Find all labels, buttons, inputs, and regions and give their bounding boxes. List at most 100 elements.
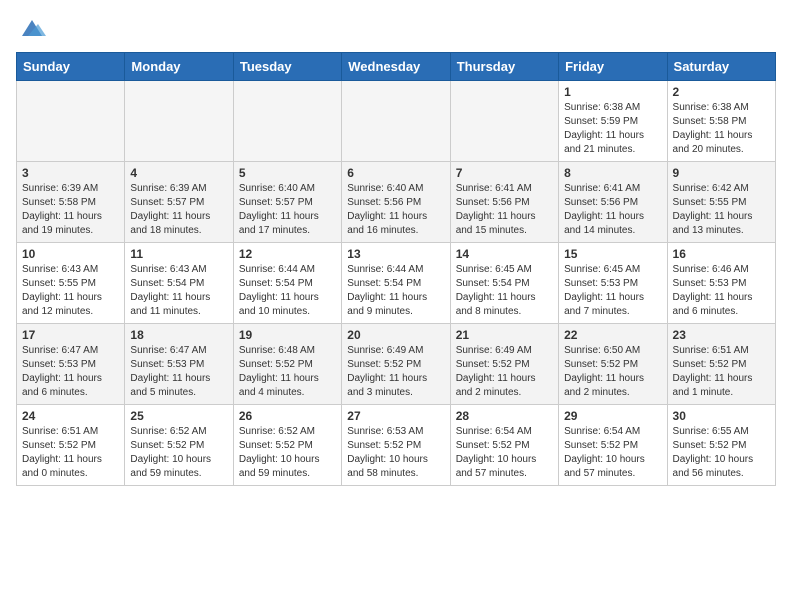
day-number: 1: [564, 85, 661, 99]
day-info: Sunrise: 6:39 AM Sunset: 5:57 PM Dayligh…: [130, 182, 227, 238]
calendar-cell: 17Sunrise: 6:47 AM Sunset: 5:53 PM Dayli…: [17, 324, 125, 405]
weekday-sunday: Sunday: [17, 53, 125, 81]
logo: [16, 16, 46, 44]
day-number: 20: [347, 328, 444, 342]
day-number: 11: [130, 247, 227, 261]
day-number: 26: [239, 409, 336, 423]
calendar-cell: 2 Sunrise: 6:38 AM Sunset: 5:58 PM Daylig…: [667, 81, 775, 162]
day-info: Sunrise: 6:49 AM Sunset: 5:52 PM Dayligh…: [347, 344, 444, 400]
calendar-cell: [450, 81, 558, 162]
day-number: 3: [22, 166, 119, 180]
day-info: Sunrise: 6:54 AM Sunset: 5:52 PM Dayligh…: [456, 425, 553, 481]
calendar-cell: 13Sunrise: 6:44 AM Sunset: 5:54 PM Dayli…: [342, 243, 450, 324]
weekday-tuesday: Tuesday: [233, 53, 341, 81]
calendar-cell: 25Sunrise: 6:52 AM Sunset: 5:52 PM Dayli…: [125, 405, 233, 486]
day-info: Sunrise: 6:52 AM Sunset: 5:52 PM Dayligh…: [239, 425, 336, 481]
day-info: Sunrise: 6:49 AM Sunset: 5:52 PM Dayligh…: [456, 344, 553, 400]
calendar-cell: 18 Sunrise: 6:47 AM Sunset: 5:53 PM Dayli…: [125, 324, 233, 405]
calendar-cell: 27 Sunrise: 6:53 AM Sunset: 5:52 PM Dayli…: [342, 405, 450, 486]
day-number: 8: [564, 166, 661, 180]
day-info: Sunrise: 6:44 AM Sunset: 5:54 PM Dayligh…: [239, 263, 336, 319]
day-number: 6: [347, 166, 444, 180]
calendar-cell: [17, 81, 125, 162]
day-info: Sunrise: 6:38 AM Sunset: 5:58 PM Dayligh…: [673, 101, 770, 157]
calendar-cell: 29 Sunrise: 6:54 AM Sunset: 5:52 PM Dayli…: [559, 405, 667, 486]
day-info: Sunrise: 6:46 AM Sunset: 5:53 PM Dayligh…: [673, 263, 770, 319]
weekday-monday: Monday: [125, 53, 233, 81]
weekday-saturday: Saturday: [667, 53, 775, 81]
calendar-cell: 10 Sunrise: 6:43 AM Sunset: 5:55 PM Dayli…: [17, 243, 125, 324]
day-number: 10: [22, 247, 119, 261]
day-number: 29: [564, 409, 661, 423]
day-number: 15: [564, 247, 661, 261]
calendar-cell: 1 Sunrise: 6:38 AM Sunset: 5:59 PM Daylig…: [559, 81, 667, 162]
calendar-cell: 3 Sunrise: 6:39 AM Sunset: 5:58 PM Daylig…: [17, 162, 125, 243]
day-number: 23: [673, 328, 770, 342]
day-info: Sunrise: 6:51 AM Sunset: 5:52 PM Dayligh…: [22, 425, 119, 481]
day-info: Sunrise: 6:53 AM Sunset: 5:52 PM Dayligh…: [347, 425, 444, 481]
weekday-header-row: SundayMondayTuesdayWednesdayThursdayFrid…: [17, 53, 776, 81]
calendar-cell: 20 Sunrise: 6:49 AM Sunset: 5:52 PM Dayli…: [342, 324, 450, 405]
day-info: Sunrise: 6:45 AM Sunset: 5:53 PM Dayligh…: [564, 263, 661, 319]
day-info: Sunrise: 6:41 AM Sunset: 5:56 PM Dayligh…: [564, 182, 661, 238]
day-info: Sunrise: 6:55 AM Sunset: 5:52 PM Dayligh…: [673, 425, 770, 481]
day-number: 17: [22, 328, 119, 342]
day-number: 12: [239, 247, 336, 261]
calendar-cell: 6 Sunrise: 6:40 AM Sunset: 5:56 PM Daylig…: [342, 162, 450, 243]
calendar-cell: 22 Sunrise: 6:50 AM Sunset: 5:52 PM Dayli…: [559, 324, 667, 405]
day-info: Sunrise: 6:45 AM Sunset: 5:54 PM Dayligh…: [456, 263, 553, 319]
day-info: Sunrise: 6:44 AM Sunset: 5:54 PM Dayligh…: [347, 263, 444, 319]
day-number: 27: [347, 409, 444, 423]
calendar-cell: 8 Sunrise: 6:41 AM Sunset: 5:56 PM Daylig…: [559, 162, 667, 243]
calendar-cell: 11Sunrise: 6:43 AM Sunset: 5:54 PM Dayli…: [125, 243, 233, 324]
calendar-cell: 24Sunrise: 6:51 AM Sunset: 5:52 PM Dayli…: [17, 405, 125, 486]
calendar-cell: 19 Sunrise: 6:48 AM Sunset: 5:52 PM Dayli…: [233, 324, 341, 405]
calendar-cell: 28 Sunrise: 6:54 AM Sunset: 5:52 PM Dayli…: [450, 405, 558, 486]
day-number: 4: [130, 166, 227, 180]
day-number: 9: [673, 166, 770, 180]
calendar-week-4: 17 Sunrise: 6:47 AM Sunset: 5:53 PM Dayli…: [17, 324, 776, 405]
day-number: 7: [456, 166, 553, 180]
day-number: 28: [456, 409, 553, 423]
calendar-cell: 4 Sunrise: 6:39 AM Sunset: 5:57 PM Daylig…: [125, 162, 233, 243]
calendar-cell: [233, 81, 341, 162]
day-info: Sunrise: 6:47 AM Sunset: 5:53 PM Dayligh…: [130, 344, 227, 400]
calendar-cell: 9 Sunrise: 6:42 AM Sunset: 5:55 PM Daylig…: [667, 162, 775, 243]
day-info: Sunrise: 6:54 AM Sunset: 5:52 PM Dayligh…: [564, 425, 661, 481]
calendar-cell: 16 Sunrise: 6:46 AM Sunset: 5:53 PM Dayli…: [667, 243, 775, 324]
page: SundayMondayTuesdayWednesdayThursdayFrid…: [0, 0, 792, 496]
logo-icon: [18, 16, 46, 44]
day-info: Sunrise: 6:48 AM Sunset: 5:52 PM Dayligh…: [239, 344, 336, 400]
calendar-week-5: 24Sunrise: 6:51 AM Sunset: 5:52 PM Dayli…: [17, 405, 776, 486]
calendar-cell: 14Sunrise: 6:45 AM Sunset: 5:54 PM Dayli…: [450, 243, 558, 324]
calendar-cell: 30 Sunrise: 6:55 AM Sunset: 5:52 PM Dayli…: [667, 405, 775, 486]
day-number: 25: [130, 409, 227, 423]
day-info: Sunrise: 6:50 AM Sunset: 5:52 PM Dayligh…: [564, 344, 661, 400]
header: [16, 16, 776, 44]
day-number: 22: [564, 328, 661, 342]
day-number: 2: [673, 85, 770, 99]
weekday-wednesday: Wednesday: [342, 53, 450, 81]
day-number: 30: [673, 409, 770, 423]
calendar-cell: 15 Sunrise: 6:45 AM Sunset: 5:53 PM Dayli…: [559, 243, 667, 324]
day-number: 21: [456, 328, 553, 342]
calendar-cell: 23Sunrise: 6:51 AM Sunset: 5:52 PM Dayli…: [667, 324, 775, 405]
weekday-friday: Friday: [559, 53, 667, 81]
day-info: Sunrise: 6:43 AM Sunset: 5:55 PM Dayligh…: [22, 263, 119, 319]
calendar-cell: 7 Sunrise: 6:41 AM Sunset: 5:56 PM Daylig…: [450, 162, 558, 243]
calendar-cell: 5Sunrise: 6:40 AM Sunset: 5:57 PM Daylig…: [233, 162, 341, 243]
day-number: 19: [239, 328, 336, 342]
day-info: Sunrise: 6:39 AM Sunset: 5:58 PM Dayligh…: [22, 182, 119, 238]
calendar-cell: [342, 81, 450, 162]
day-info: Sunrise: 6:40 AM Sunset: 5:56 PM Dayligh…: [347, 182, 444, 238]
day-number: 16: [673, 247, 770, 261]
day-info: Sunrise: 6:38 AM Sunset: 5:59 PM Dayligh…: [564, 101, 661, 157]
calendar-week-2: 3 Sunrise: 6:39 AM Sunset: 5:58 PM Daylig…: [17, 162, 776, 243]
calendar-week-1: 1 Sunrise: 6:38 AM Sunset: 5:59 PM Daylig…: [17, 81, 776, 162]
day-number: 18: [130, 328, 227, 342]
calendar-cell: [125, 81, 233, 162]
day-info: Sunrise: 6:42 AM Sunset: 5:55 PM Dayligh…: [673, 182, 770, 238]
day-info: Sunrise: 6:41 AM Sunset: 5:56 PM Dayligh…: [456, 182, 553, 238]
day-number: 5: [239, 166, 336, 180]
calendar-cell: 12 Sunrise: 6:44 AM Sunset: 5:54 PM Dayli…: [233, 243, 341, 324]
